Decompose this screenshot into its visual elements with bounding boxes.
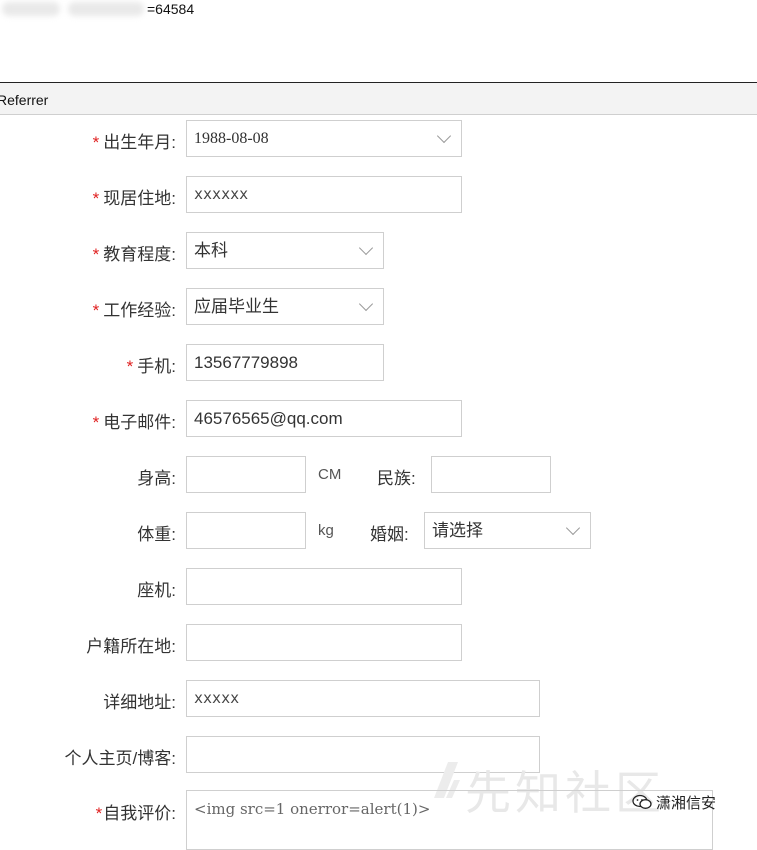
residence-label: * 现居住地: <box>93 184 176 209</box>
height-input[interactable] <box>186 456 306 493</box>
marriage-label: 婚姻: <box>370 525 409 544</box>
email-input[interactable]: 46576565@qq.com <box>186 400 462 437</box>
redacted-text <box>68 2 144 16</box>
address-value: xxxxx <box>194 689 240 707</box>
redacted-text <box>2 2 60 16</box>
landline-label: 座机: <box>137 581 176 600</box>
self-eval-label: *自我评价: <box>96 799 176 824</box>
url-suffix: =64584 <box>147 1 195 17</box>
phone-label: * 手机: <box>127 352 176 377</box>
self-eval-label-text: 自我评价: <box>103 804 176 823</box>
birth-value: 1988-08-08 <box>194 130 269 147</box>
required-mark: * <box>92 133 100 152</box>
required-mark: * <box>92 413 100 432</box>
height-unit: CM <box>318 466 342 483</box>
education-label-text: 教育程度: <box>103 245 176 264</box>
referrer-label: Referrer <box>0 92 49 108</box>
education-value: 本科 <box>194 241 228 260</box>
url-bar: =64584 <box>0 0 757 28</box>
weight-unit: kg <box>318 522 334 539</box>
wechat-name: 潇湘信安 <box>656 795 717 812</box>
weight-label: 体重: <box>137 525 176 544</box>
wechat-icon <box>632 794 652 809</box>
residence-input[interactable]: xxxxxx <box>186 176 462 213</box>
referrer-bar: Referrer <box>0 83 757 115</box>
birth-label: * 出生年月: <box>93 128 176 153</box>
experience-label-text: 工作经验: <box>103 301 176 320</box>
birth-label-text: 出生年月: <box>103 133 176 152</box>
address-label: 详细地址: <box>103 693 176 712</box>
chevron-down-icon <box>358 240 374 256</box>
chevron-down-icon <box>436 128 452 144</box>
phone-value: 13567779898 <box>194 353 299 372</box>
phone-input[interactable]: 13567779898 <box>186 344 384 381</box>
marriage-value: 请选择 <box>432 521 483 540</box>
landline-input[interactable] <box>186 568 462 605</box>
email-label-text: 电子邮件: <box>103 413 176 432</box>
chevron-down-icon <box>358 296 374 312</box>
residence-label-text: 现居住地: <box>103 189 176 208</box>
required-mark: * <box>92 301 100 320</box>
hukou-label: 户籍所在地: <box>86 637 176 656</box>
chevron-down-icon <box>565 520 581 536</box>
birth-select[interactable]: 1988-08-08 <box>186 120 462 157</box>
weight-input[interactable] <box>186 512 306 549</box>
ethnicity-input[interactable] <box>431 456 551 493</box>
required-mark: * <box>126 357 134 376</box>
experience-label: * 工作经验: <box>93 296 176 321</box>
address-input[interactable]: xxxxx <box>186 680 540 717</box>
required-mark: * <box>95 804 103 823</box>
education-label: * 教育程度: <box>93 240 176 265</box>
self-eval-value: <img src=1 onerror=alert(1)> <box>194 800 431 818</box>
education-select[interactable]: 本科 <box>186 232 384 269</box>
marriage-select[interactable]: 请选择 <box>424 512 591 549</box>
wechat-badge: 潇湘信安 <box>632 792 716 813</box>
homepage-label: 个人主页/博客: <box>64 749 176 768</box>
height-label: 身高: <box>137 469 176 488</box>
email-label: * 电子邮件: <box>93 408 176 433</box>
hukou-input[interactable] <box>186 624 462 661</box>
required-mark: * <box>92 189 100 208</box>
required-mark: * <box>92 245 100 264</box>
phone-label-text: 手机: <box>137 357 176 376</box>
ethnicity-label: 民族: <box>377 469 416 488</box>
experience-value: 应届毕业生 <box>194 297 279 316</box>
email-value: 46576565@qq.com <box>194 409 343 428</box>
experience-select[interactable]: 应届毕业生 <box>186 288 384 325</box>
residence-value: xxxxxx <box>194 185 249 203</box>
